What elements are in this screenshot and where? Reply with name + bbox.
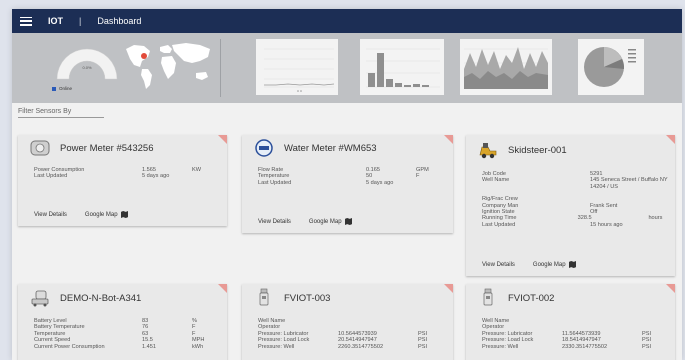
detail-key: Well Name: [482, 177, 510, 184]
gauge-chart: [56, 48, 118, 80]
power-meter-icon: [30, 138, 50, 158]
alert-corner-indicator: [218, 284, 227, 293]
map-icon: [344, 218, 352, 225]
banner-divider: [220, 39, 221, 97]
google-map-link[interactable]: Google Map: [85, 211, 128, 218]
detail-unit: [192, 173, 222, 179]
detail-value: 2260.3514775502: [338, 343, 384, 350]
sensor-device-icon: [254, 288, 274, 308]
gauge-value: 0.0%: [82, 65, 92, 70]
detail-row: Pressure: Well 2260.3514775502 PSI: [258, 344, 453, 350]
top-bar: IOT | Dashboard: [12, 9, 682, 33]
map-icon: [568, 261, 576, 268]
card-details: Flow Rate 0.165 GPM Temperature 50 F Last Up…: [242, 167, 453, 186]
detail-unit: PSI: [642, 343, 652, 350]
card-details: Well Name Operator Pressure: Lubricator 1…: [242, 318, 453, 350]
detail-key: Pressure: Well: [258, 343, 295, 350]
card-details: Power Consumption 1.565 KW Last Updated 5 d…: [18, 167, 227, 180]
online-legend: Online: [52, 86, 72, 91]
card-title: FVIOT-002: [508, 292, 555, 304]
view-details-link[interactable]: View Details: [482, 262, 515, 268]
mini-area-chart: [460, 39, 552, 95]
alert-corner-indicator: [666, 284, 675, 293]
sensor-card-fviot-003[interactable]: FVIOT-003 Well Name Operator Pressure: L…: [242, 284, 453, 360]
online-gauge: 0.0% Online: [42, 41, 132, 97]
detail-value: 15 hours ago: [590, 221, 623, 228]
google-map-link[interactable]: Google Map: [533, 261, 576, 268]
detail-row: Last Updated 5 days ago: [34, 173, 227, 179]
detail-key: Pressure: Well: [482, 343, 519, 350]
sensor-card-power-meter[interactable]: Power Meter #543256 Power Consumption 1.5…: [18, 135, 227, 226]
detail-value: 2330.3514775502: [562, 343, 608, 350]
hamburger-menu-icon[interactable]: [20, 16, 32, 26]
detail-unit: kWh: [192, 343, 204, 350]
card-details: Battery Level 83% Battery Temperature 76 F …: [18, 318, 227, 350]
card-title: Power Meter #543256: [60, 142, 154, 154]
detail-unit: hours: [648, 215, 663, 222]
alert-corner-indicator: [666, 135, 675, 144]
detail-key: Last Updated: [258, 179, 292, 186]
sensor-card-water-meter[interactable]: Water Meter #WM653 Flow Rate 0.165 GPM Tem…: [242, 135, 453, 233]
sensor-card-skidsteer[interactable]: Skidsteer-001 Job Code 5291 Well Name 145 …: [466, 135, 675, 276]
card-title: FVIOT-003: [284, 292, 331, 304]
app-name[interactable]: IOT: [48, 16, 63, 26]
robot-icon: [30, 288, 50, 308]
card-title: DEMO-N-Bot-A341: [60, 292, 142, 304]
app-window: IOT | Dashboard 0.0% Online Filter Senso…: [12, 9, 682, 360]
view-details-link[interactable]: View Details: [258, 219, 291, 225]
detail-row: Current Power Consumption 1.451 kWh: [34, 344, 227, 350]
detail-row: Last Updated 5 days ago: [258, 180, 453, 186]
google-map-label: Google Map: [84, 211, 118, 218]
card-details: Well Name Operator Pressure: Lubricator 1…: [466, 318, 675, 350]
detail-key: Last Updated: [482, 221, 516, 228]
alert-corner-indicator: [444, 284, 453, 293]
online-swatch: [52, 86, 56, 91]
alert-corner-indicator: [444, 135, 453, 144]
location-marker[interactable]: [141, 53, 147, 59]
detail-unit: PSI: [418, 343, 428, 350]
detail-value: 145 Seneca Street / Buffalo NY 14204 / U…: [590, 177, 668, 190]
header-separator: |: [79, 16, 82, 26]
detail-value: 5 days ago: [366, 179, 394, 186]
detail-row: Well Name 145 Seneca Street / Buffalo NY …: [482, 177, 675, 190]
view-details-link[interactable]: View Details: [34, 212, 67, 218]
card-title: Water Meter #WM653: [284, 142, 377, 154]
google-map-label: Google Map: [308, 218, 342, 225]
detail-value: 1.451: [142, 343, 156, 350]
detail-row: Last Updated 15 hours ago: [482, 222, 675, 228]
summary-banner: 0.0% Online: [12, 33, 682, 103]
online-label: Online: [59, 86, 73, 91]
card-title: Skidsteer-001: [508, 144, 567, 156]
filter-sensors-select[interactable]: Filter Sensors By: [18, 108, 104, 118]
mini-pie-chart: [578, 39, 644, 95]
detail-value: 5 days ago: [142, 173, 170, 180]
mini-line-chart: [256, 39, 338, 95]
detail-key: Last Updated: [34, 173, 68, 180]
alert-corner-indicator: [218, 135, 227, 144]
sensor-device-icon: [478, 288, 498, 308]
detail-key: Current Power Consumption: [34, 343, 105, 350]
google-map-label: Google Map: [532, 261, 566, 268]
detail-unit: [416, 180, 446, 186]
page-title: Dashboard: [97, 16, 142, 26]
sensor-card-fviot-002[interactable]: FVIOT-002 Well Name Operator Pressure: L…: [466, 284, 675, 360]
google-map-link[interactable]: Google Map: [309, 218, 352, 225]
detail-row: Pressure: Well 2330.3514775502 PSI: [482, 344, 675, 350]
skidsteer-icon: [478, 140, 498, 160]
sensor-card-robot[interactable]: DEMO-N-Bot-A341 Battery Level 83% Battery…: [18, 284, 227, 360]
world-map: [126, 43, 210, 89]
map-icon: [120, 211, 128, 218]
mini-bar-chart: [360, 39, 444, 95]
card-details: Job Code 5291 Well Name 145 Seneca Street …: [466, 171, 675, 228]
water-meter-icon: [254, 138, 274, 158]
